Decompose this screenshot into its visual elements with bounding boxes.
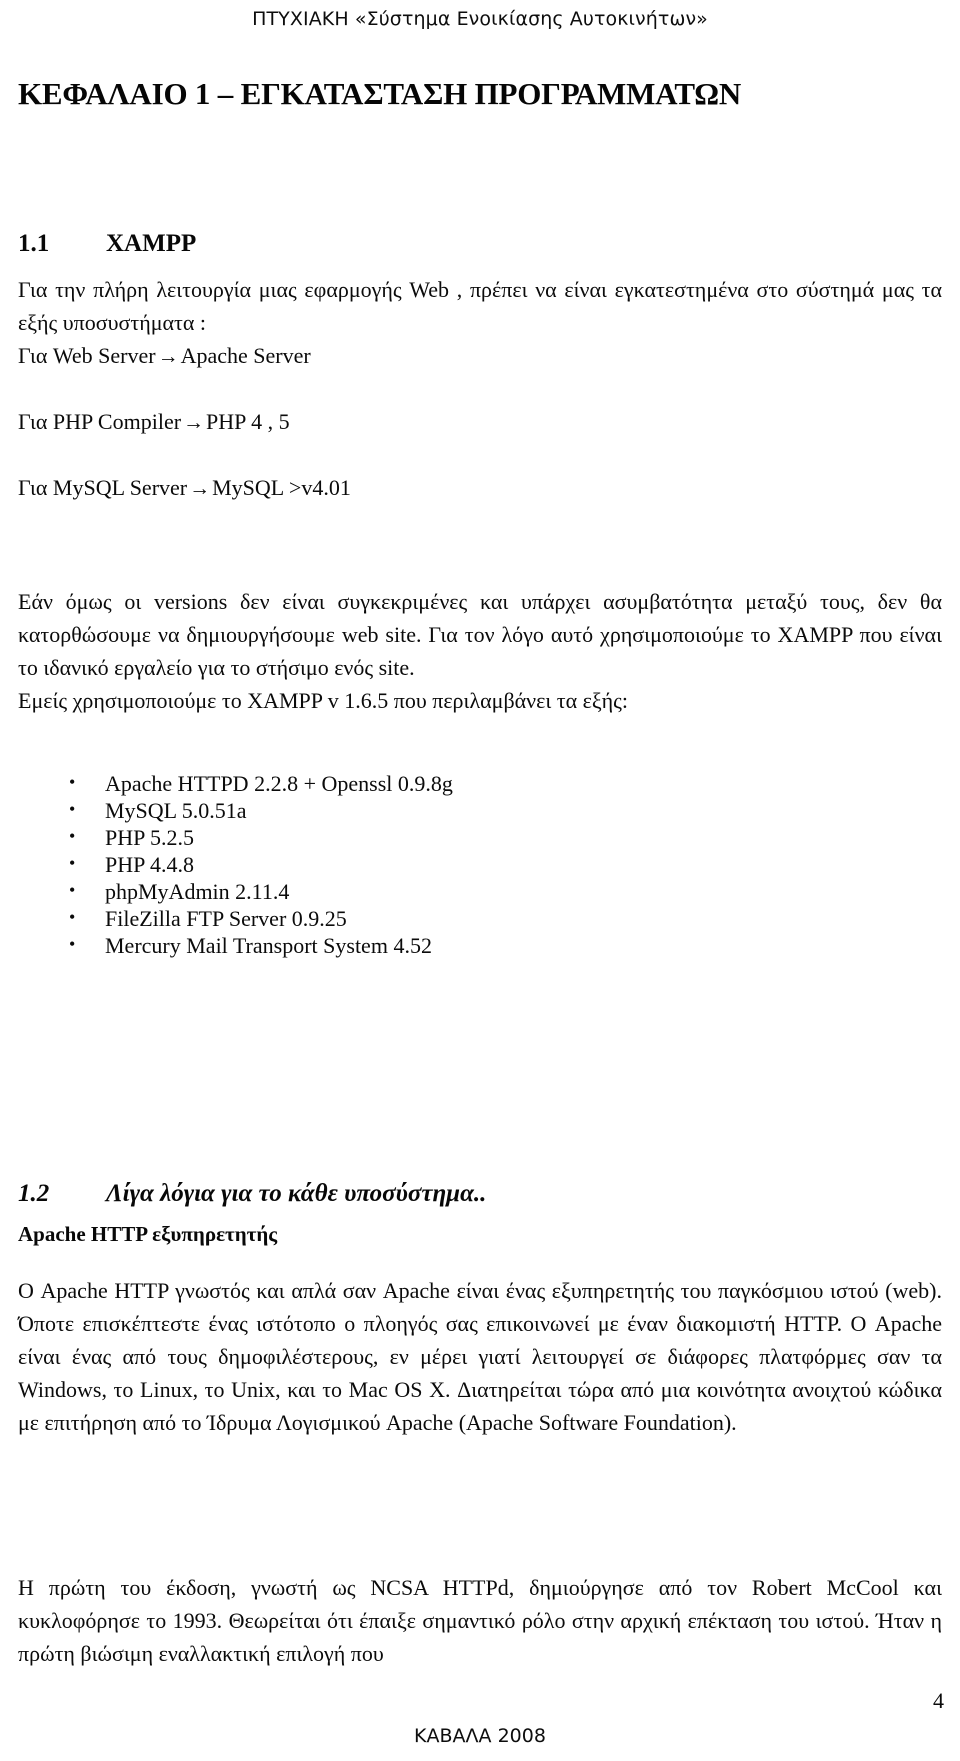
xampp-components-list: Apache HTTPD 2.2.8 + Openssl 0.9.8g MySQ… xyxy=(53,769,453,959)
requirement-web-server-label: Για Web Server xyxy=(18,343,156,368)
requirement-web-server: Για Web Server→Apache Server xyxy=(18,339,942,373)
paragraph-apache-description: Ο Apache HTTP γνωστός και απλά σαν Apach… xyxy=(18,1278,942,1435)
chapter-title: ΚΕΦΑΛΑΙΟ 1 – ΕΓΚΑΤΑΣΤΑΣΗ ΠΡΟΓΡΑΜΜΑΤΩΝ xyxy=(18,76,742,111)
arrow-icon: → xyxy=(157,344,179,368)
requirement-php-compiler-label: Για PHP Compiler xyxy=(18,409,182,434)
requirement-mysql-server-label: Για MySQL Server xyxy=(18,475,188,500)
paragraph-version-incompatibility: Εάν όμως οι versions δεν είναι συγκεκριμ… xyxy=(18,589,942,680)
page-number: 4 xyxy=(933,1688,944,1713)
arrow-icon: → xyxy=(189,476,211,500)
running-footer: ΚΑΒΑΛΑ 2008 xyxy=(414,1725,546,1747)
subheading-apache-http-server: Apache HTTP εξυπηρετητής xyxy=(18,1222,278,1246)
arrow-icon: → xyxy=(183,410,205,434)
paragraph-requirements-intro: Για την πλήρη λειτουργία μιας εφαρμογής … xyxy=(18,277,942,335)
section-number-1-2: 1.2 xyxy=(18,1180,50,1207)
list-item: Apache HTTPD 2.2.8 + Openssl 0.9.8g xyxy=(53,769,453,797)
paragraph-apache-history: Η πρώτη του έκδοση, γνωστή ως NCSA HTTPd… xyxy=(18,1575,942,1666)
list-item: PHP 4.4.8 xyxy=(53,850,453,878)
list-item: Mercury Mail Transport System 4.52 xyxy=(53,931,453,959)
list-item: MySQL 5.0.51a xyxy=(53,796,453,824)
running-header: ΠΤΥΧΙΑΚΗ «Σύστημα Ενοικίασης Αυτοκινήτων… xyxy=(252,8,708,30)
requirement-mysql-server-value: MySQL >v4.01 xyxy=(212,475,351,500)
section-title-1-2: Λίγα λόγια για το κάθε υποσύστημα.. xyxy=(106,1180,487,1207)
section-number-1-1: 1.1 xyxy=(18,230,50,257)
section-heading-1-2: 1.2 Λίγα λόγια για το κάθε υποσύστημα.. xyxy=(18,1180,486,1208)
list-item: phpMyAdmin 2.11.4 xyxy=(53,877,453,905)
requirement-php-compiler-value: PHP 4 , 5 xyxy=(206,409,290,434)
requirement-web-server-value: Apache Server xyxy=(180,343,311,368)
list-item: PHP 5.2.5 xyxy=(53,823,453,851)
section-heading-1-1: 1.1 XAMPP xyxy=(18,230,196,258)
section-title-1-1: XAMPP xyxy=(106,230,197,257)
requirement-php-compiler: Για PHP Compiler→PHP 4 , 5 xyxy=(18,405,942,439)
list-item: FileZilla FTP Server 0.9.25 xyxy=(53,904,453,932)
document-page: ΠΤΥΧΙΑΚΗ «Σύστημα Ενοικίασης Αυτοκινήτων… xyxy=(0,0,960,1761)
requirement-mysql-server: Για MySQL Server→MySQL >v4.01 xyxy=(18,471,942,505)
paragraph-xampp-version-used: Εμείς χρησιμοποιούμε το XAMPP v 1.6.5 πο… xyxy=(18,688,629,713)
